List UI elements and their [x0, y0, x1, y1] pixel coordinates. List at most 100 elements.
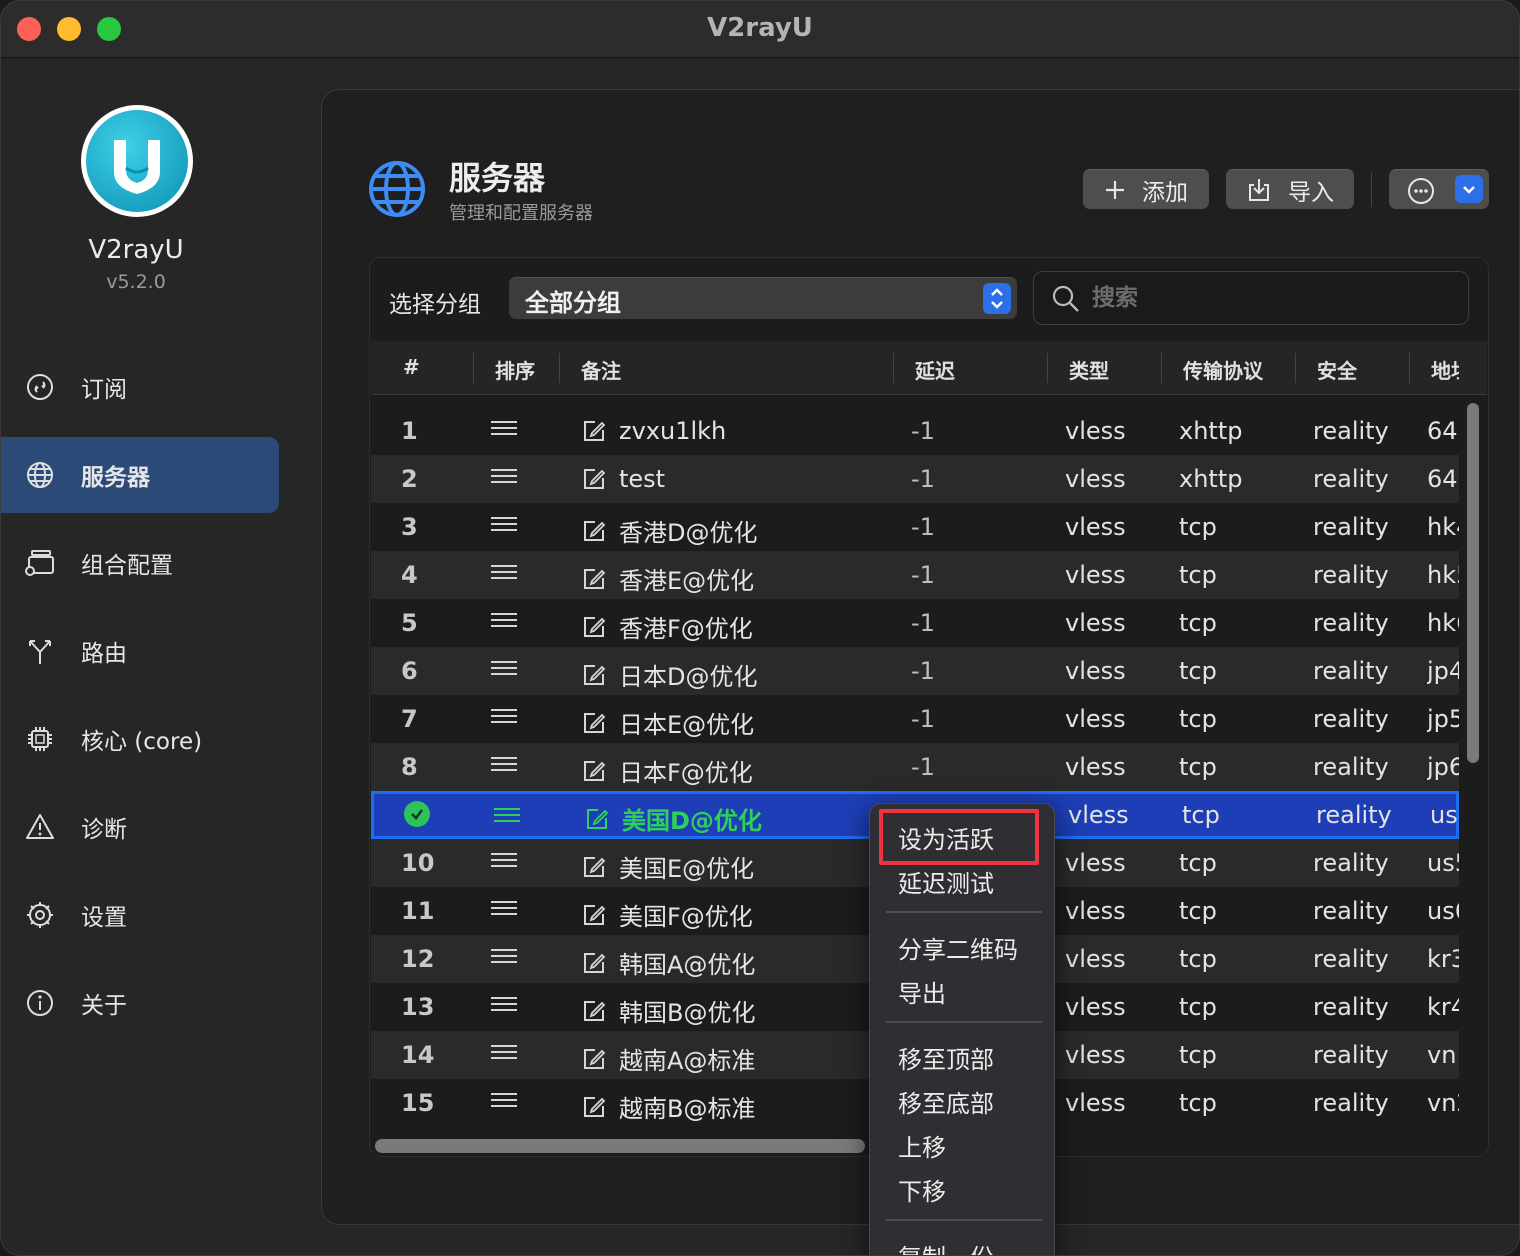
edit-icon[interactable]	[581, 1094, 607, 1120]
type-cell: vless	[1065, 897, 1126, 925]
column-header-note[interactable]: 备注	[581, 355, 621, 384]
ellipsis-icon	[1407, 177, 1435, 209]
column-header-sort[interactable]: 排序	[495, 355, 535, 384]
column-header-latency[interactable]: 延迟	[915, 355, 955, 384]
transport-cell: tcp	[1179, 513, 1217, 541]
table-row[interactable]: 1 zvxu1lkh -1 vless xhttp reality 64	[371, 407, 1459, 455]
sidebar-item-routing[interactable]: 路由	[1, 613, 279, 689]
row-index: 13	[401, 993, 435, 1021]
search-field[interactable]	[1033, 271, 1469, 325]
sidebar-item-combo-config[interactable]: 组合配置	[1, 525, 279, 601]
search-input[interactable]	[1092, 282, 1452, 314]
drag-handle-icon[interactable]	[491, 901, 531, 915]
add-button[interactable]: 添加	[1083, 169, 1209, 209]
menu-item-latency-test[interactable]: 延迟测试	[898, 864, 994, 899]
edit-icon[interactable]	[581, 950, 607, 976]
type-cell: vless	[1065, 609, 1126, 637]
row-index: 12	[401, 945, 435, 973]
route-icon	[23, 634, 57, 668]
sidebar-item-about[interactable]: 关于	[1, 965, 279, 1041]
menu-item-move-to-top[interactable]: 移至顶部	[898, 1040, 994, 1075]
row-index: 2	[401, 465, 418, 493]
table-row[interactable]: 8 日本F@优化 -1 vless tcp reality jp6	[371, 743, 1459, 791]
drag-handle-icon[interactable]	[491, 757, 531, 771]
table-row[interactable]: 4 香港E@优化 -1 vless tcp reality hk5	[371, 551, 1459, 599]
note-cell: 越南B@标准	[581, 1089, 901, 1124]
drag-handle-icon[interactable]	[491, 709, 531, 723]
sidebar-item-label: 设置	[81, 905, 127, 931]
edit-icon[interactable]	[581, 466, 607, 492]
cpu-icon	[23, 722, 57, 756]
security-cell: reality	[1313, 849, 1389, 877]
drag-handle-icon[interactable]	[491, 1093, 531, 1107]
address-cell: kr3	[1427, 945, 1459, 973]
edit-icon[interactable]	[584, 806, 610, 832]
drag-handle-icon[interactable]	[491, 949, 531, 963]
edit-icon[interactable]	[581, 614, 607, 640]
column-header-address[interactable]: 地址	[1431, 355, 1459, 384]
edit-icon[interactable]	[581, 902, 607, 928]
drag-handle-icon[interactable]	[491, 997, 531, 1011]
table-row[interactable]: 7 日本E@优化 -1 vless tcp reality jp5	[371, 695, 1459, 743]
menu-item-move-down[interactable]: 下移	[898, 1172, 946, 1207]
highlight-annotation-box	[879, 809, 1039, 865]
menu-item-duplicate[interactable]: 复制一份	[898, 1238, 994, 1255]
transport-cell: tcp	[1179, 1089, 1217, 1117]
transport-cell: tcp	[1179, 849, 1217, 877]
edit-icon[interactable]	[581, 566, 607, 592]
edit-icon[interactable]	[581, 518, 607, 544]
column-header-transport[interactable]: 传输协议	[1183, 355, 1263, 384]
horizontal-scrollbar[interactable]	[375, 1139, 865, 1153]
drag-handle-icon[interactable]	[491, 565, 531, 579]
sidebar-item-servers[interactable]: 服务器	[1, 437, 279, 513]
row-index: 7	[401, 705, 418, 733]
sidebar-item-label: 组合配置	[81, 553, 173, 579]
drag-handle-icon[interactable]	[491, 1045, 531, 1059]
app-version: v5.2.0	[106, 271, 166, 293]
group-select[interactable]: 全部分组	[509, 277, 1017, 319]
row-index: 14	[401, 1041, 435, 1069]
table-row[interactable]: 2 test -1 vless xhttp reality 64	[371, 455, 1459, 503]
note-cell: 韩国A@优化	[581, 945, 901, 980]
transport-cell: tcp	[1179, 753, 1217, 781]
chevron-down-icon[interactable]	[1455, 175, 1483, 203]
table-row[interactable]: 6 日本D@优化 -1 vless tcp reality jp4	[371, 647, 1459, 695]
drag-handle-icon[interactable]	[491, 853, 531, 867]
drag-handle-icon[interactable]	[491, 517, 531, 531]
column-divider	[1161, 353, 1162, 383]
table-row[interactable]: 5 香港F@优化 -1 vless tcp reality hk6	[371, 599, 1459, 647]
drag-handle-icon[interactable]	[491, 613, 531, 627]
vertical-scrollbar[interactable]	[1467, 403, 1479, 763]
plus-icon	[1104, 179, 1126, 201]
sidebar-item-settings[interactable]: 设置	[1, 877, 279, 953]
drag-handle-icon[interactable]	[491, 421, 531, 435]
import-button[interactable]: 导入	[1226, 169, 1354, 209]
edit-icon[interactable]	[581, 854, 607, 880]
sidebar-item-subscriptions[interactable]: 订阅	[1, 349, 279, 425]
address-cell: jp6	[1427, 753, 1459, 781]
edit-icon[interactable]	[581, 710, 607, 736]
menu-item-move-to-bottom[interactable]: 移至底部	[898, 1084, 994, 1119]
menu-item-export[interactable]: 导出	[898, 974, 946, 1009]
server-note: 韩国B@优化	[619, 999, 756, 1027]
drag-handle-icon[interactable]	[494, 808, 534, 822]
edit-icon[interactable]	[581, 758, 607, 784]
import-button-label: 导入	[1288, 179, 1334, 206]
edit-icon[interactable]	[581, 1046, 607, 1072]
sidebar-item-diagnostics[interactable]: 诊断	[1, 789, 279, 865]
drag-handle-icon[interactable]	[491, 661, 531, 675]
sidebar-item-core[interactable]: 核心 (core)	[1, 701, 279, 777]
column-header-security[interactable]: 安全	[1317, 355, 1357, 384]
more-menu-button[interactable]	[1389, 169, 1489, 209]
title-bar: V2rayU	[1, 1, 1519, 58]
column-header-index[interactable]: #	[403, 355, 420, 379]
menu-item-move-up[interactable]: 上移	[898, 1128, 946, 1163]
edit-icon[interactable]	[581, 998, 607, 1024]
table-row[interactable]: 3 香港D@优化 -1 vless tcp reality hk4	[371, 503, 1459, 551]
column-header-type[interactable]: 类型	[1069, 355, 1109, 384]
drag-handle-icon[interactable]	[491, 469, 531, 483]
menu-item-share-qrcode[interactable]: 分享二维码	[898, 930, 1018, 965]
context-menu: 设为活跃 延迟测试 分享二维码 导出 移至顶部 移至底部 上移 下移 复制一份	[869, 803, 1055, 1255]
edit-icon[interactable]	[581, 418, 607, 444]
edit-icon[interactable]	[581, 662, 607, 688]
